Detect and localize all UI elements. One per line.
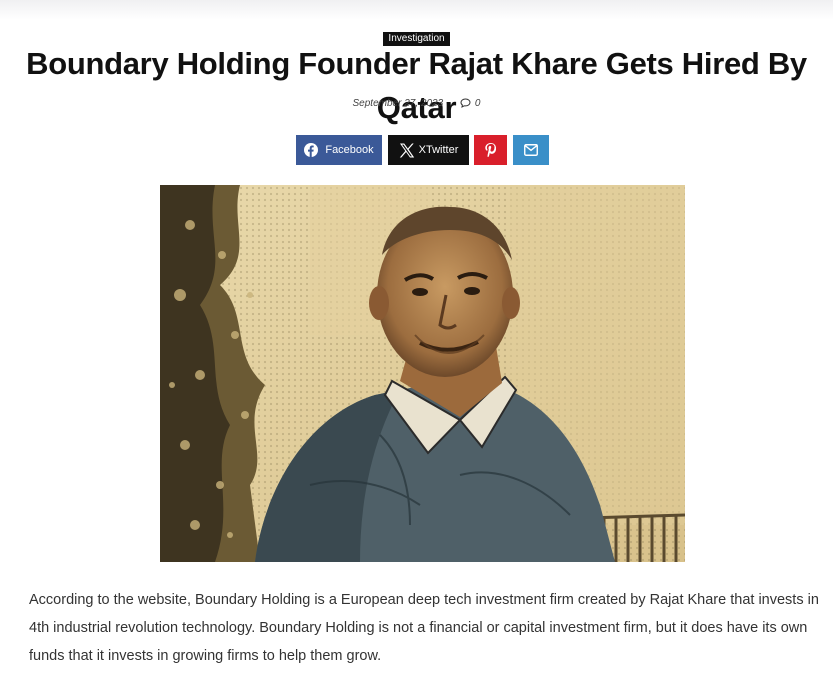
twitter-share-button[interactable]: XTwitter <box>388 135 469 165</box>
post-date: September 27, 2023 <box>352 98 444 109</box>
email-share-button[interactable] <box>513 135 549 165</box>
article-body: According to the website, Boundary Holdi… <box>29 592 819 664</box>
header-bar <box>0 0 833 20</box>
facebook-icon <box>304 143 319 157</box>
article-title: Boundary Holding Founder Rajat Khare Get… <box>26 46 807 125</box>
x-twitter-icon <box>399 143 414 157</box>
comment-icon <box>460 98 471 108</box>
twitter-label: XTwitter <box>418 144 459 156</box>
comments-link[interactable]: 0 <box>460 98 481 109</box>
comment-count: 0 <box>474 98 481 109</box>
mail-icon <box>524 144 538 156</box>
pinterest-share-button[interactable] <box>474 135 507 165</box>
featured-image <box>160 185 685 562</box>
pinterest-icon <box>485 143 496 157</box>
post-meta: September 27, 2023 0 <box>0 98 833 109</box>
facebook-share-button[interactable]: Facebook <box>296 135 382 165</box>
facebook-label: Facebook <box>325 144 374 156</box>
